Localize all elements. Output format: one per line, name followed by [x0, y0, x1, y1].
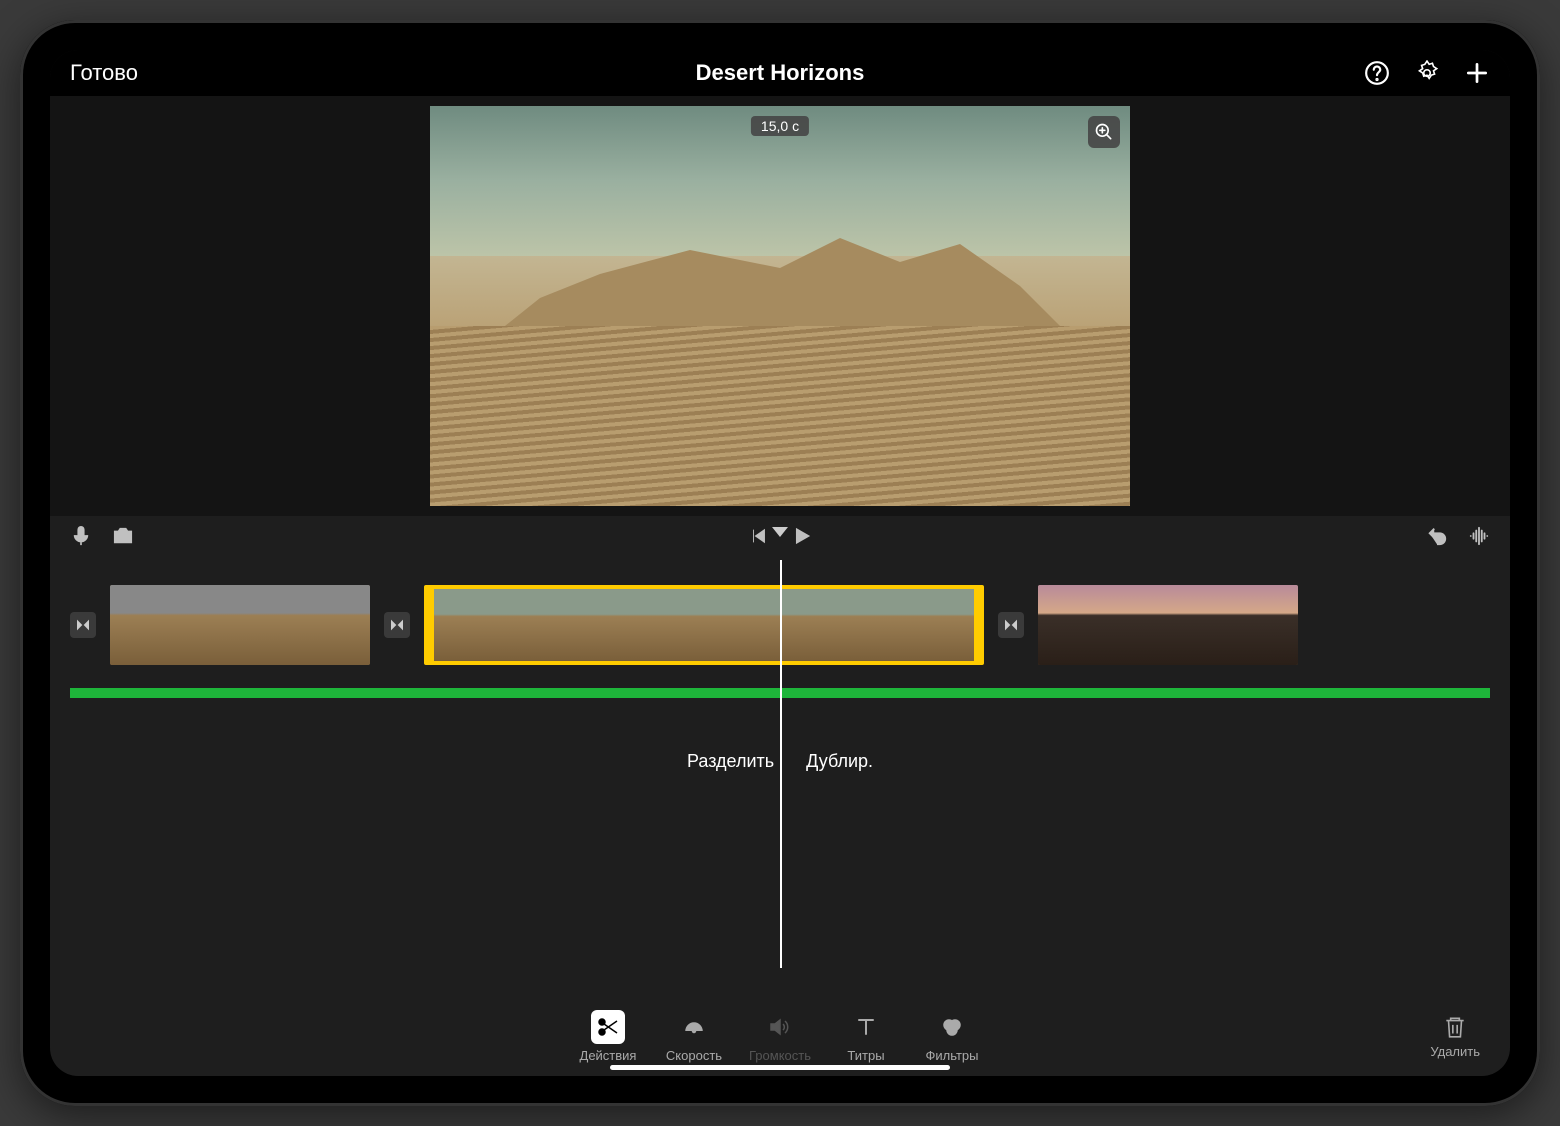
duplicate-button[interactable]: Дублир.: [806, 751, 873, 772]
video-clip-1[interactable]: [110, 585, 370, 665]
speaker-icon: [763, 1010, 797, 1044]
gear-icon[interactable]: [1414, 60, 1440, 86]
speedometer-icon: [677, 1010, 711, 1044]
done-button[interactable]: Готово: [70, 60, 138, 86]
tool-speed[interactable]: Скорость: [662, 1010, 726, 1063]
text-icon: [849, 1010, 883, 1044]
tool-label: Скорость: [666, 1048, 722, 1063]
tool-label: Действия: [580, 1048, 637, 1063]
help-icon[interactable]: [1364, 60, 1390, 86]
tool-volume: Громкость: [748, 1010, 812, 1063]
app-screen: Готово Desert Horizons 15,0: [50, 50, 1510, 1076]
zoom-in-button[interactable]: [1088, 116, 1120, 148]
scissors-icon: [591, 1010, 625, 1044]
filter-circles-icon: [935, 1010, 969, 1044]
tool-titles[interactable]: Титры: [834, 1010, 898, 1063]
transition-icon[interactable]: [998, 612, 1024, 638]
tool-label: Титры: [847, 1048, 884, 1063]
tool-filters[interactable]: Фильтры: [920, 1010, 984, 1063]
ipad-device-frame: Готово Desert Horizons 15,0: [20, 20, 1540, 1106]
top-bar: Готово Desert Horizons: [50, 50, 1510, 96]
split-button[interactable]: Разделить: [687, 751, 774, 772]
transition-icon[interactable]: [384, 612, 410, 638]
skip-to-start-icon[interactable]: [748, 525, 770, 552]
tool-label: Громкость: [749, 1048, 811, 1063]
project-title: Desert Horizons: [696, 60, 865, 86]
playhead-marker-icon: [772, 517, 788, 537]
home-indicator[interactable]: [610, 1065, 950, 1070]
preview-frame[interactable]: 15,0 с: [430, 106, 1130, 506]
tool-actions[interactable]: Действия: [576, 1010, 640, 1063]
microphone-icon[interactable]: [70, 525, 92, 552]
bottom-toolbar: Действия Скорость Громкость Титры: [50, 996, 1510, 1076]
preview-viewer: 15,0 с: [50, 96, 1510, 516]
undo-icon[interactable]: [1426, 525, 1448, 552]
add-media-icon[interactable]: [1464, 60, 1490, 86]
transition-icon[interactable]: [70, 612, 96, 638]
playhead-line[interactable]: [780, 560, 782, 968]
duration-badge: 15,0 с: [751, 116, 809, 136]
delete-button[interactable]: Удалить: [1430, 1014, 1480, 1059]
waveform-icon[interactable]: [1468, 525, 1490, 552]
camera-icon[interactable]: [112, 525, 134, 552]
timeline-area[interactable]: Разделить Дублир.: [50, 560, 1510, 996]
play-icon[interactable]: [790, 525, 812, 552]
video-clip-3[interactable]: [1038, 585, 1298, 665]
video-clip-2-selected[interactable]: [424, 585, 984, 665]
tool-label: Фильтры: [925, 1048, 978, 1063]
delete-label: Удалить: [1430, 1044, 1480, 1059]
playback-control-strip: [50, 516, 1510, 560]
